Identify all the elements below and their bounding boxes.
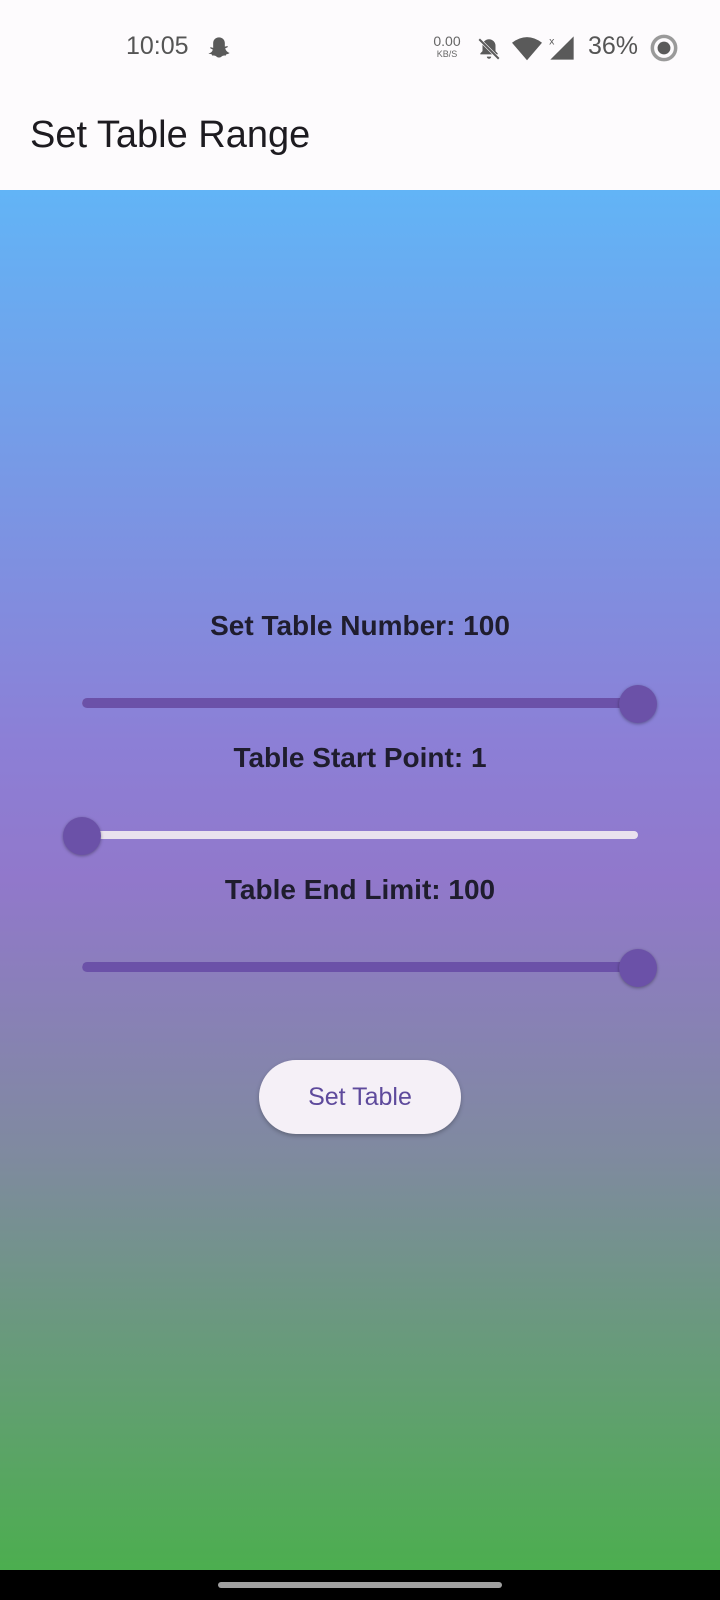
battery-saver-icon <box>650 34 678 62</box>
navigation-bar <box>0 1570 720 1600</box>
start-point-label: Table Start Point: 1 <box>233 742 487 773</box>
set-table-button[interactable]: Set Table <box>259 1060 461 1134</box>
network-speed: 0.00 KB/S <box>430 34 464 59</box>
home-gesture-handle[interactable] <box>218 1582 502 1588</box>
app-bar: Set Table Range <box>0 96 720 190</box>
table-number-slider[interactable] <box>82 684 657 724</box>
table-number-label: Set Table Number: 100 <box>210 610 510 641</box>
end-limit-label: Table End Limit: 100 <box>224 874 496 905</box>
status-bar: 10:05 0.00 KB/S x 36% <box>0 0 720 96</box>
bell-off-icon <box>478 38 500 60</box>
slider-thumb[interactable] <box>619 949 657 987</box>
slider-fill <box>82 698 638 708</box>
wifi-icon <box>512 37 542 61</box>
start-point-slider[interactable] <box>63 816 638 856</box>
network-speed-unit: KB/S <box>436 49 458 59</box>
slider-track <box>82 831 638 839</box>
svg-text:x: x <box>549 36 555 48</box>
battery-percent: 36% <box>588 32 639 60</box>
end-limit-slider[interactable] <box>82 948 657 988</box>
slider-thumb[interactable] <box>619 685 657 723</box>
status-time: 10:05 <box>126 32 189 60</box>
main-content: Set Table Number: 100 Table Start Point:… <box>0 190 720 1570</box>
network-speed-value: 0.00 <box>433 33 461 49</box>
slider-fill <box>82 962 638 972</box>
snapchat-icon <box>208 37 230 58</box>
page-title: Set Table Range <box>30 114 311 156</box>
signal-icon: x <box>549 36 574 60</box>
slider-thumb[interactable] <box>63 817 101 855</box>
